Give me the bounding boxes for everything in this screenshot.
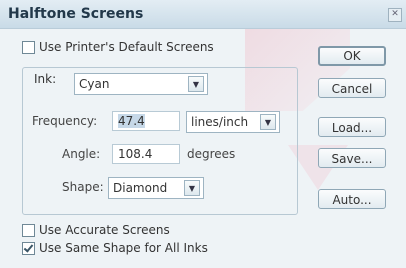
use-same-shape-label: Use Same Shape for All Inks — [39, 241, 208, 255]
cancel-button[interactable]: Cancel — [318, 78, 386, 98]
use-accurate-screens-checkbox[interactable]: Use Accurate Screens — [22, 223, 170, 237]
auto-button[interactable]: Auto... — [318, 189, 386, 209]
chevron-down-icon[interactable]: ▼ — [184, 180, 200, 196]
angle-value: 108.4 — [118, 147, 153, 161]
shape-select[interactable]: Diamond ▼ — [108, 177, 204, 199]
use-same-shape-checkbox[interactable]: Use Same Shape for All Inks — [22, 241, 208, 255]
use-printer-default-box[interactable] — [22, 40, 35, 54]
frequency-input[interactable]: 47.4 — [112, 111, 180, 131]
ink-select[interactable]: Cyan ▼ — [74, 73, 208, 95]
title-bar: Halftone Screens ✕ — [0, 0, 406, 29]
ink-value: Cyan — [79, 77, 110, 91]
frequency-unit-select[interactable]: lines/inch ▼ — [186, 111, 280, 133]
use-printer-default-label: Use Printer's Default Screens — [39, 40, 214, 54]
window-title: Halftone Screens — [8, 6, 144, 22]
use-printer-default-checkbox[interactable]: Use Printer's Default Screens — [22, 40, 214, 54]
ink-label: Ink: — [34, 72, 57, 86]
use-accurate-screens-label: Use Accurate Screens — [39, 223, 170, 237]
chevron-down-icon[interactable]: ▼ — [188, 76, 204, 92]
frequency-unit-value: lines/inch — [191, 115, 249, 129]
ok-button[interactable]: OK — [318, 46, 386, 66]
angle-input[interactable]: 108.4 — [112, 144, 180, 164]
shape-value: Diamond — [113, 181, 168, 195]
checkmark-icon[interactable] — [22, 241, 35, 255]
frequency-value: 47.4 — [118, 114, 145, 128]
save-button[interactable]: Save... — [318, 148, 386, 168]
angle-label: Angle: — [62, 147, 101, 161]
angle-unit-label: degrees — [187, 147, 236, 161]
load-button[interactable]: Load... — [318, 117, 386, 137]
frequency-label: Frequency: — [32, 114, 98, 128]
shape-label: Shape: — [62, 180, 104, 194]
close-icon[interactable]: ✕ — [388, 8, 402, 22]
chevron-down-icon[interactable]: ▼ — [260, 114, 276, 130]
use-accurate-screens-box[interactable] — [22, 223, 35, 237]
ink-row: Ink: — [30, 72, 67, 86]
